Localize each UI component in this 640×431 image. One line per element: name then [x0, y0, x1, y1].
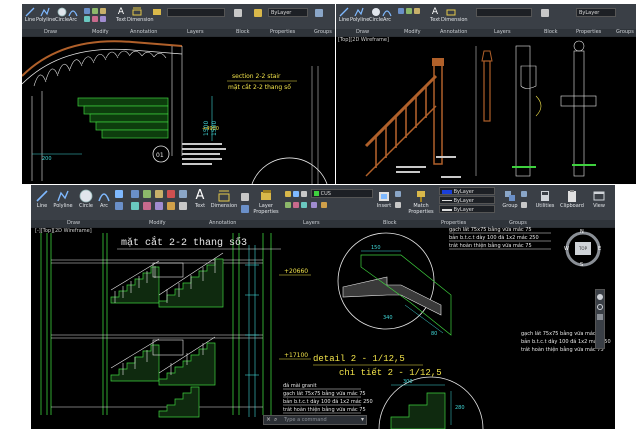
dim-150: 150: [371, 245, 381, 251]
right-details: [515, 40, 597, 177]
detail-circle-arc: [251, 157, 328, 184]
balustrade-arches: [33, 50, 167, 87]
section-marker-text: 01: [156, 152, 164, 159]
landing-rails: [152, 262, 184, 356]
bottom-notes: đá mài granit gạch lát 75x75 bằng vữa má…: [283, 382, 373, 413]
viewcube-w[interactable]: W: [564, 246, 569, 252]
viewcube[interactable]: TOP N S W E: [563, 229, 603, 269]
stair-flight-upper: [110, 266, 160, 304]
drawing-canvas[interactable]: mặt cắt 2-2 thang số3 +20660 +17100 150 …: [31, 185, 615, 429]
note-right-1: gạch lát 75x75 bằng vữa mác 75: [449, 226, 532, 233]
drawing-canvas[interactable]: [336, 4, 636, 184]
note-bottom-3: bản b.t.c.t dày 100 đá 1x2 mác 250: [283, 398, 373, 405]
dim-280: 280: [455, 405, 465, 411]
note-right-2: bản b.t.c.t dày 100 đá 1x2 mác 250: [449, 234, 539, 241]
drawing-canvas[interactable]: 1500 1500 section 2-2 stair mặt cắt 2-2 …: [22, 4, 335, 184]
right-notes: gạch lát 75x75 bằng vữa mác 75 bản b.t.c…: [449, 226, 539, 249]
command-input[interactable]: Type a command: [284, 416, 327, 424]
elevation-top: +20660: [284, 268, 308, 275]
note-bottom-4: trát hoàn thiện bằng vữa mác 75: [283, 406, 366, 413]
detail-steps-bottom: [390, 392, 446, 429]
section-title: section 2-2 stair: [232, 73, 281, 80]
elev-label: +4900: [202, 126, 219, 132]
annotation-lines: [396, 156, 461, 178]
dim-300: 300: [403, 379, 413, 385]
window-main: Line Polyline Circle Arc A Text Dimensio…: [31, 185, 615, 429]
stair-steps: [77, 97, 169, 139]
navigation-bar[interactable]: [595, 289, 605, 349]
stair-flight-lower: [110, 342, 216, 418]
window-top-left: Line Polyline Circle Arc A Text Dimensio…: [22, 4, 335, 184]
orbit-icon[interactable]: [597, 314, 603, 320]
viewcube-s[interactable]: S: [580, 262, 583, 268]
note-bottom-2: gạch lát 75x75 bằng vữa mác 75: [283, 390, 366, 397]
detail-subtitle: chi tiết 2 - 1/12,5: [339, 368, 442, 378]
viewcube-face-top[interactable]: TOP: [575, 242, 591, 255]
dim-200: 200: [42, 156, 52, 162]
viewcube-n[interactable]: N: [580, 229, 584, 235]
note-right-lower-1: gạch lát 75x75 bằng vữa mác 75: [521, 330, 604, 337]
section-subtitle: mặt cắt 2-2 thang số: [228, 84, 291, 91]
post-detail: [483, 60, 491, 122]
pan-icon[interactable]: [597, 294, 603, 300]
command-menu-icon[interactable]: ▾: [361, 416, 364, 424]
note-right-lower-3: trát hoàn thiện bằng vữa mác 75: [521, 346, 604, 353]
stair-curve-outer: [22, 40, 183, 77]
dim-340: 340: [383, 315, 393, 321]
command-search-icon[interactable]: ⌕: [274, 416, 277, 424]
detail-hatch-top: [342, 254, 452, 336]
note-bottom-1: đá mài granit: [283, 382, 317, 389]
vertical-dimensions: [245, 245, 259, 417]
main-section-title: mặt cắt 2-2 thang số3: [121, 235, 247, 249]
elevation-mid: +17100: [284, 352, 308, 359]
detail-notes: [182, 143, 226, 165]
command-line[interactable]: × ⌕ Type a command ▾: [263, 415, 367, 425]
command-close-icon[interactable]: ×: [266, 416, 271, 424]
dim-80: 80: [431, 331, 437, 337]
zoom-icon[interactable]: [597, 304, 603, 310]
newel-post: [433, 63, 443, 165]
detail-title: detail 2 - 1/12,5: [313, 354, 405, 364]
note-right-3: trát hoàn thiện bằng vữa mác 75: [449, 242, 532, 249]
window-top-right: Line Polyline Circle Arc A Text Dimensio…: [336, 4, 636, 184]
viewcube-e[interactable]: E: [598, 246, 601, 252]
